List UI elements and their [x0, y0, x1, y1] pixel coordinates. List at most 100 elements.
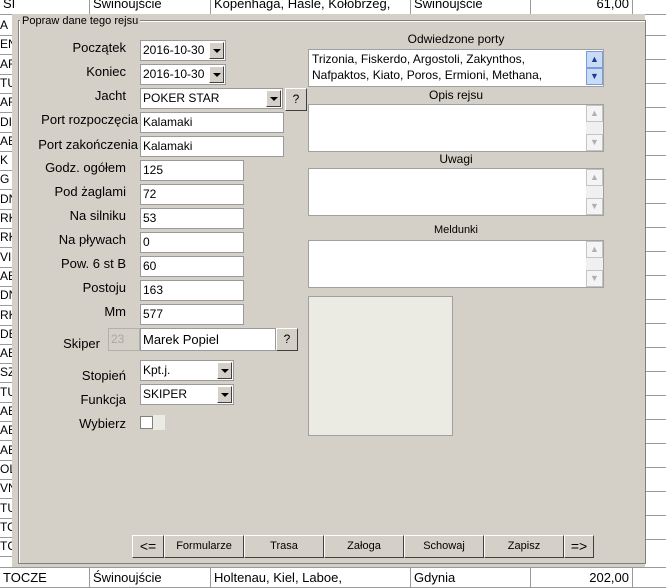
stopped-input[interactable]: 163 [140, 280, 244, 301]
visited-ports-line-2: Nafpaktos, Kiato, Poros, Ermioni, Methan… [312, 68, 543, 82]
description-title: Opis rejsu [428, 88, 484, 102]
skipper-name-input[interactable]: Marek Popiel [140, 328, 276, 351]
grid-left-cell: AF [0, 54, 12, 75]
scroll-down-icon[interactable]: ▼ [586, 134, 603, 151]
scroll-up-icon[interactable]: ▲ [586, 51, 603, 68]
hours-total-label: Godz. ogółem [45, 160, 126, 175]
reports-scrollbar[interactable]: ▲ ▼ [586, 241, 603, 287]
grid-left-cell: EN [0, 34, 12, 56]
engine-input[interactable]: 53 [140, 208, 244, 229]
under-sail-label: Pod żaglami [54, 184, 126, 199]
remarks-memo[interactable]: ▲ ▼ [308, 168, 604, 216]
grid-cell: Świnoujście [90, 0, 211, 14]
start-date-value: 2016-10-30 [143, 43, 205, 57]
grid-left-cell: TU [0, 73, 12, 94]
function-combo[interactable]: SKIPER [140, 384, 234, 405]
crew-button[interactable]: Załoga [324, 535, 404, 558]
rank-label: Stopień [81, 368, 126, 383]
rank-combo[interactable]: Kpt.j. [140, 360, 234, 381]
visited-ports-scrollbar[interactable]: ▲ ▼ [586, 50, 603, 86]
grid-cell: Świnoujście [90, 568, 211, 588]
start-label: Początek [72, 40, 126, 55]
grid-left-cell: AB [0, 343, 12, 365]
grid-left-cell: OL [0, 459, 12, 480]
grid-left-cell: AB [0, 440, 12, 461]
above-6b-label: Pow. 6 st B [60, 256, 126, 271]
grid-left-cell: AF [0, 92, 12, 114]
background-grid-right-column [645, 15, 666, 565]
yacht-value: POKER STAR [143, 91, 220, 105]
skipper-help-button[interactable]: ? [276, 328, 298, 351]
port-start-label: Port rozpoczęcia [41, 112, 138, 127]
grid-cell: Gdynia [411, 568, 531, 588]
reports-memo[interactable]: ▲ ▼ [308, 240, 604, 288]
grid-left-cell: SZ [0, 362, 12, 384]
scroll-down-icon[interactable]: ▼ [586, 198, 603, 215]
port-start-input[interactable]: Kalamaki [140, 112, 284, 133]
scroll-up-icon[interactable]: ▲ [586, 241, 603, 258]
grid-left-cell: K N [0, 150, 12, 172]
grid-cell: TOCZE [0, 568, 90, 588]
under-sail-input[interactable]: 72 [140, 184, 244, 205]
skipper-id-field: 23 [108, 328, 140, 351]
engine-label: Na silniku [69, 208, 126, 223]
edit-cruise-dialog: Popraw dane tego rejsu Początek Koniec J… [12, 14, 646, 567]
grid-cell: Świnoujście [411, 0, 531, 14]
grid-left-cell: TC [0, 536, 12, 558]
grid-left-cell: RK [0, 227, 12, 249]
forms-button[interactable]: Formularze [164, 535, 244, 558]
end-date-combo[interactable]: 2016-10-30 [140, 64, 226, 85]
prev-button[interactable]: <= [132, 535, 164, 558]
dialog-title: Popraw dane tego rejsu [20, 15, 141, 27]
port-end-input[interactable]: Kalamaki [140, 136, 284, 157]
function-label: Funkcja [80, 392, 126, 407]
visited-ports-memo[interactable]: Trizonia, Fiskerdo, Argostoli, Zakynthos… [308, 49, 604, 87]
hide-button[interactable]: Schowaj [404, 535, 484, 558]
chevron-down-icon[interactable] [217, 386, 232, 403]
grid-left-cell: DI [0, 112, 12, 133]
chevron-down-icon[interactable] [209, 66, 224, 83]
grid-left-cell: TU [0, 382, 12, 403]
grid-left-cell: AB [0, 401, 12, 422]
description-memo[interactable]: ▲ ▼ [308, 104, 604, 152]
grid-left-cell: AB [0, 266, 12, 287]
scroll-down-icon[interactable]: ▼ [586, 270, 603, 287]
remarks-scrollbar[interactable]: ▲ ▼ [586, 169, 603, 215]
grid-left-cell: AB [0, 131, 12, 152]
in-port-input[interactable]: 0 [140, 232, 244, 253]
route-button[interactable]: Trasa [244, 535, 324, 558]
grid-cell: Kopenhaga, Hasle, Kołobrzeg, [211, 0, 411, 14]
scroll-down-icon[interactable]: ▼ [586, 68, 603, 85]
function-value: SKIPER [143, 387, 188, 401]
skipper-label: Skiper [63, 336, 100, 351]
yacht-help-button[interactable]: ? [285, 88, 307, 111]
grid-cell: 61,00 [531, 0, 633, 14]
rank-value: Kpt.j. [143, 363, 171, 377]
above-6b-input[interactable]: 60 [140, 256, 244, 277]
next-button[interactable]: => [564, 535, 594, 558]
select-checkbox[interactable] [140, 416, 153, 429]
reports-title: Meldunki [433, 224, 479, 236]
grid-left-cell: RK [0, 305, 12, 326]
scroll-up-icon[interactable]: ▲ [586, 105, 603, 122]
hours-total-input[interactable]: 125 [140, 160, 244, 181]
miles-input[interactable]: 577 [140, 304, 244, 325]
chevron-down-icon[interactable] [266, 90, 281, 107]
yacht-label: Jacht [94, 88, 126, 103]
visited-ports-title: Odwiedzone porty [407, 32, 505, 46]
scroll-up-icon[interactable]: ▲ [586, 169, 603, 186]
end-date-value: 2016-10-30 [143, 67, 205, 81]
start-date-combo[interactable]: 2016-10-30 [140, 40, 226, 61]
end-label: Koniec [86, 64, 126, 79]
stopped-label: Postoju [82, 280, 126, 295]
grid-left-cell: TO [0, 517, 12, 538]
description-scrollbar[interactable]: ▲ ▼ [586, 105, 603, 151]
grid-cell: 202,00 [531, 568, 633, 588]
grid-left-cell: RK [0, 208, 12, 229]
grid-cell: Holtenau, Kiel, Laboe, [211, 568, 411, 588]
chevron-down-icon[interactable] [217, 362, 232, 379]
chevron-down-icon[interactable] [209, 42, 224, 59]
save-button[interactable]: Zapisz [484, 535, 564, 558]
yacht-combo[interactable]: POKER STAR [140, 88, 283, 109]
checkbox-shadow [153, 415, 165, 430]
